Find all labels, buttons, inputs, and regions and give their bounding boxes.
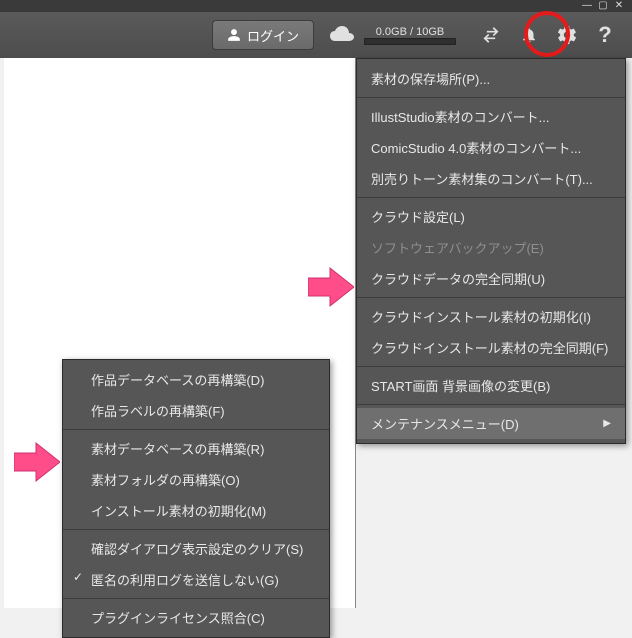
titlebar: — ▢ ✕	[0, 0, 632, 12]
menu-item-label: 素材データベースの再構築(R)	[91, 442, 264, 457]
settings-menu-item[interactable]: クラウドインストール素材の初期化(I)	[357, 301, 625, 332]
menu-item-label: 確認ダイアログ表示設定のクリア(S)	[91, 542, 303, 557]
menu-item-label: ソフトウェアバックアップ(E)	[371, 241, 544, 256]
menu-separator	[357, 404, 625, 405]
storage-meter: 0.0GB / 10GB	[364, 26, 456, 45]
menu-item-label: 素材の保存場所(P)...	[371, 72, 490, 87]
menu-item-label: クラウドインストール素材の完全同期(F)	[371, 341, 608, 356]
menu-item-label: メンテナンスメニュー(D)	[371, 414, 519, 433]
menu-item-label: 作品データベースの再構築(D)	[91, 373, 264, 388]
settings-button[interactable]	[550, 18, 584, 52]
menu-separator	[63, 529, 329, 530]
login-label: ログイン	[247, 26, 299, 45]
settings-menu-item[interactable]: メンテナンスメニュー(D) ▶	[357, 408, 625, 439]
maximize-button[interactable]: ▢	[596, 0, 610, 12]
settings-menu-item[interactable]: クラウドデータの完全同期(U)	[357, 263, 625, 294]
bell-icon	[520, 26, 538, 44]
menu-item-label: ComicStudio 4.0素材のコンバート...	[371, 141, 581, 156]
maintenance-submenu-item[interactable]: 匿名の利用ログを送信しない(G)	[63, 564, 329, 595]
minimize-button[interactable]: —	[580, 0, 594, 12]
close-button[interactable]: ✕	[612, 0, 626, 12]
menu-item-label: クラウド設定(L)	[371, 210, 465, 225]
maintenance-submenu-item[interactable]: プラグインライセンス照合(C)	[63, 602, 329, 633]
menu-item-label: 匿名の利用ログを送信しない(G)	[91, 573, 279, 588]
settings-menu-item[interactable]: 別売りトーン素材集のコンバート(T)...	[357, 163, 625, 194]
menu-item-label: クラウドインストール素材の初期化(I)	[371, 310, 591, 325]
settings-menu-item[interactable]: 素材の保存場所(P)...	[357, 63, 625, 94]
menu-separator	[357, 97, 625, 98]
menu-separator	[357, 297, 625, 298]
cloud-storage[interactable]: 0.0GB / 10GB	[324, 24, 456, 46]
user-icon	[227, 28, 241, 42]
menu-separator	[357, 366, 625, 367]
settings-menu-item[interactable]: クラウドインストール素材の完全同期(F)	[357, 332, 625, 363]
menu-separator	[357, 197, 625, 198]
maintenance-submenu-item[interactable]: 素材データベースの再構築(R)	[63, 433, 329, 464]
login-button[interactable]: ログイン	[212, 20, 314, 50]
sync-icon	[481, 25, 501, 45]
settings-menu-item[interactable]: START画面 背景画像の変更(B)	[357, 370, 625, 401]
submenu-arrow-icon: ▶	[603, 418, 611, 429]
maintenance-submenu-item[interactable]: インストール素材の初期化(M)	[63, 495, 329, 526]
maintenance-submenu-item[interactable]: 確認ダイアログ表示設定のクリア(S)	[63, 533, 329, 564]
help-button[interactable]: ?	[588, 18, 622, 52]
menu-item-label: 別売りトーン素材集のコンバート(T)...	[371, 172, 593, 187]
storage-text: 0.0GB / 10GB	[376, 26, 444, 38]
settings-menu-item: ソフトウェアバックアップ(E)	[357, 232, 625, 263]
maintenance-submenu: 作品データベースの再構築(D) 作品ラベルの再構築(F) 素材データベースの再構築(…	[62, 359, 330, 638]
menu-item-label: インストール素材の初期化(M)	[91, 504, 266, 519]
menu-item-label: START画面 背景画像の変更(B)	[371, 379, 550, 394]
menu-item-label: プラグインライセンス照合(C)	[91, 611, 265, 626]
menu-item-label: 作品ラベルの再構築(F)	[91, 404, 225, 419]
settings-menu-item[interactable]: クラウド設定(L)	[357, 201, 625, 232]
annotation-arrow	[308, 266, 354, 308]
settings-menu: 素材の保存場所(P)... IllustStudio素材のコンバート... Comi…	[356, 58, 626, 444]
annotation-arrow	[14, 441, 60, 483]
menu-item-label: 素材フォルダの再構築(O)	[91, 473, 240, 488]
maintenance-submenu-item[interactable]: 作品ラベルの再構築(F)	[63, 395, 329, 426]
notifications-button[interactable]	[512, 18, 546, 52]
menu-separator	[63, 598, 329, 599]
settings-menu-item[interactable]: IllustStudio素材のコンバート...	[357, 101, 625, 132]
menu-separator	[63, 429, 329, 430]
window-controls: — ▢ ✕	[580, 0, 626, 12]
menu-item-label: IllustStudio素材のコンバート...	[371, 110, 549, 125]
cloud-icon	[324, 24, 356, 46]
sync-button[interactable]	[474, 18, 508, 52]
maintenance-submenu-item[interactable]: 素材フォルダの再構築(O)	[63, 464, 329, 495]
settings-menu-item[interactable]: ComicStudio 4.0素材のコンバート...	[357, 132, 625, 163]
menu-item-label: クラウドデータの完全同期(U)	[371, 272, 545, 287]
gear-icon	[556, 24, 578, 46]
storage-bar	[364, 38, 456, 45]
maintenance-submenu-item[interactable]: 作品データベースの再構築(D)	[63, 364, 329, 395]
toolbar: ログイン 0.0GB / 10GB ?	[0, 12, 632, 58]
